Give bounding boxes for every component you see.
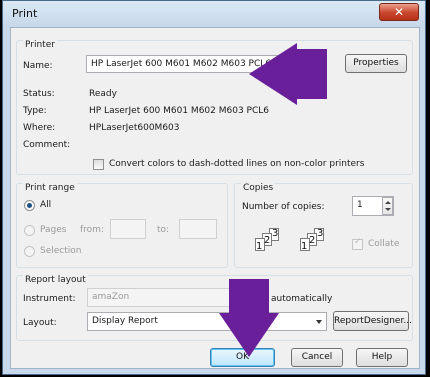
page-number-1b: 1 bbox=[301, 241, 308, 252]
spin-up-icon[interactable] bbox=[385, 201, 391, 204]
collate-illustration: 1 2 3 1 2 3 bbox=[255, 228, 355, 258]
number-of-copies-label: Number of copies: bbox=[242, 202, 325, 212]
copies-value: 1 bbox=[357, 200, 363, 210]
copies-title: Copies bbox=[241, 183, 276, 193]
print-dialog: Print ✕ Printer Name: HP LaserJet 600 M6… bbox=[2, 0, 426, 375]
status-value: Ready bbox=[89, 89, 117, 99]
copies-group: Copies Number of copies: 1 1 2 3 1 2 3 ✓… bbox=[234, 183, 413, 268]
where-label: Where: bbox=[23, 123, 56, 133]
report-designer-button[interactable]: ReportDesigner... bbox=[333, 311, 412, 331]
properties-label: Properties bbox=[353, 58, 399, 68]
dropdown-arrow-icon bbox=[316, 320, 322, 324]
page-number-2b: 2 bbox=[309, 235, 316, 246]
title-bar: Print ✕ bbox=[3, 1, 425, 27]
where-value: HPLaserJet600M603 bbox=[89, 123, 180, 133]
collate-label: Collate bbox=[368, 239, 400, 249]
print-range-group: Print range All Pages from: to: Selectio… bbox=[16, 183, 228, 268]
page-number-2a: 2 bbox=[264, 235, 271, 246]
properties-button[interactable]: Properties bbox=[345, 54, 407, 73]
convert-colors-checkbox[interactable] bbox=[93, 159, 104, 170]
help-label: Help bbox=[371, 352, 393, 362]
to-input[interactable] bbox=[179, 219, 217, 239]
page-number-3b: 3 bbox=[317, 228, 324, 239]
report-layout-group: Report layout Instrument: amaZon automat… bbox=[16, 275, 413, 341]
pointer-arrow-down-icon bbox=[219, 279, 279, 357]
instrument-input[interactable]: amaZon bbox=[87, 288, 237, 307]
to-label: to: bbox=[157, 225, 170, 235]
page-number-3a: 3 bbox=[272, 228, 279, 239]
type-label: Type: bbox=[23, 106, 47, 116]
window-title: Print bbox=[12, 7, 38, 20]
report-layout-title: Report layout bbox=[23, 275, 88, 285]
layout-dropdown[interactable]: Display Report bbox=[87, 312, 327, 331]
printer-group-title: Printer bbox=[23, 40, 57, 50]
print-range-title: Print range bbox=[23, 183, 77, 193]
name-label: Name: bbox=[23, 61, 53, 71]
printer-group: Printer Name: HP LaserJet 600 M601 M602 … bbox=[16, 40, 413, 175]
convert-colors-label: Convert colors to dash-dotted lines on n… bbox=[109, 159, 365, 169]
automatically-label: automatically bbox=[271, 294, 333, 304]
status-label: Status: bbox=[23, 89, 55, 99]
page-number-1a: 1 bbox=[256, 241, 263, 252]
cancel-label: Cancel bbox=[301, 352, 333, 362]
selection-radio[interactable] bbox=[24, 246, 35, 257]
selection-label: Selection bbox=[40, 246, 82, 256]
spin-down-icon[interactable] bbox=[385, 208, 391, 211]
collate-checkbox[interactable]: ✓ bbox=[352, 237, 363, 250]
pointer-arrow-right-icon bbox=[249, 43, 327, 105]
close-button[interactable]: ✕ bbox=[379, 3, 419, 21]
from-label: from: bbox=[80, 225, 104, 235]
report-designer-label: ReportDesigner... bbox=[334, 316, 412, 326]
layout-value: Display Report bbox=[92, 316, 158, 326]
pages-label: Pages bbox=[40, 225, 67, 235]
pages-radio[interactable] bbox=[24, 225, 35, 236]
close-icon: ✕ bbox=[394, 5, 405, 19]
cancel-button[interactable]: Cancel bbox=[291, 348, 343, 367]
all-radio[interactable] bbox=[24, 200, 35, 211]
type-value: HP LaserJet 600 M601 M602 M603 PCL6 bbox=[89, 106, 269, 116]
help-button[interactable]: Help bbox=[356, 348, 408, 367]
instrument-value: amaZon bbox=[92, 292, 130, 302]
from-input[interactable] bbox=[110, 219, 146, 239]
layout-label: Layout: bbox=[23, 318, 57, 328]
dialog-body: Printer Name: HP LaserJet 600 M601 M602 … bbox=[10, 27, 420, 369]
printer-name-value: HP LaserJet 600 M601 M602 M603 PCL6 bbox=[91, 59, 271, 69]
instrument-label: Instrument: bbox=[23, 294, 76, 304]
all-label: All bbox=[40, 200, 52, 210]
comment-label: Comment: bbox=[23, 140, 71, 150]
copies-spinner[interactable] bbox=[382, 197, 393, 215]
